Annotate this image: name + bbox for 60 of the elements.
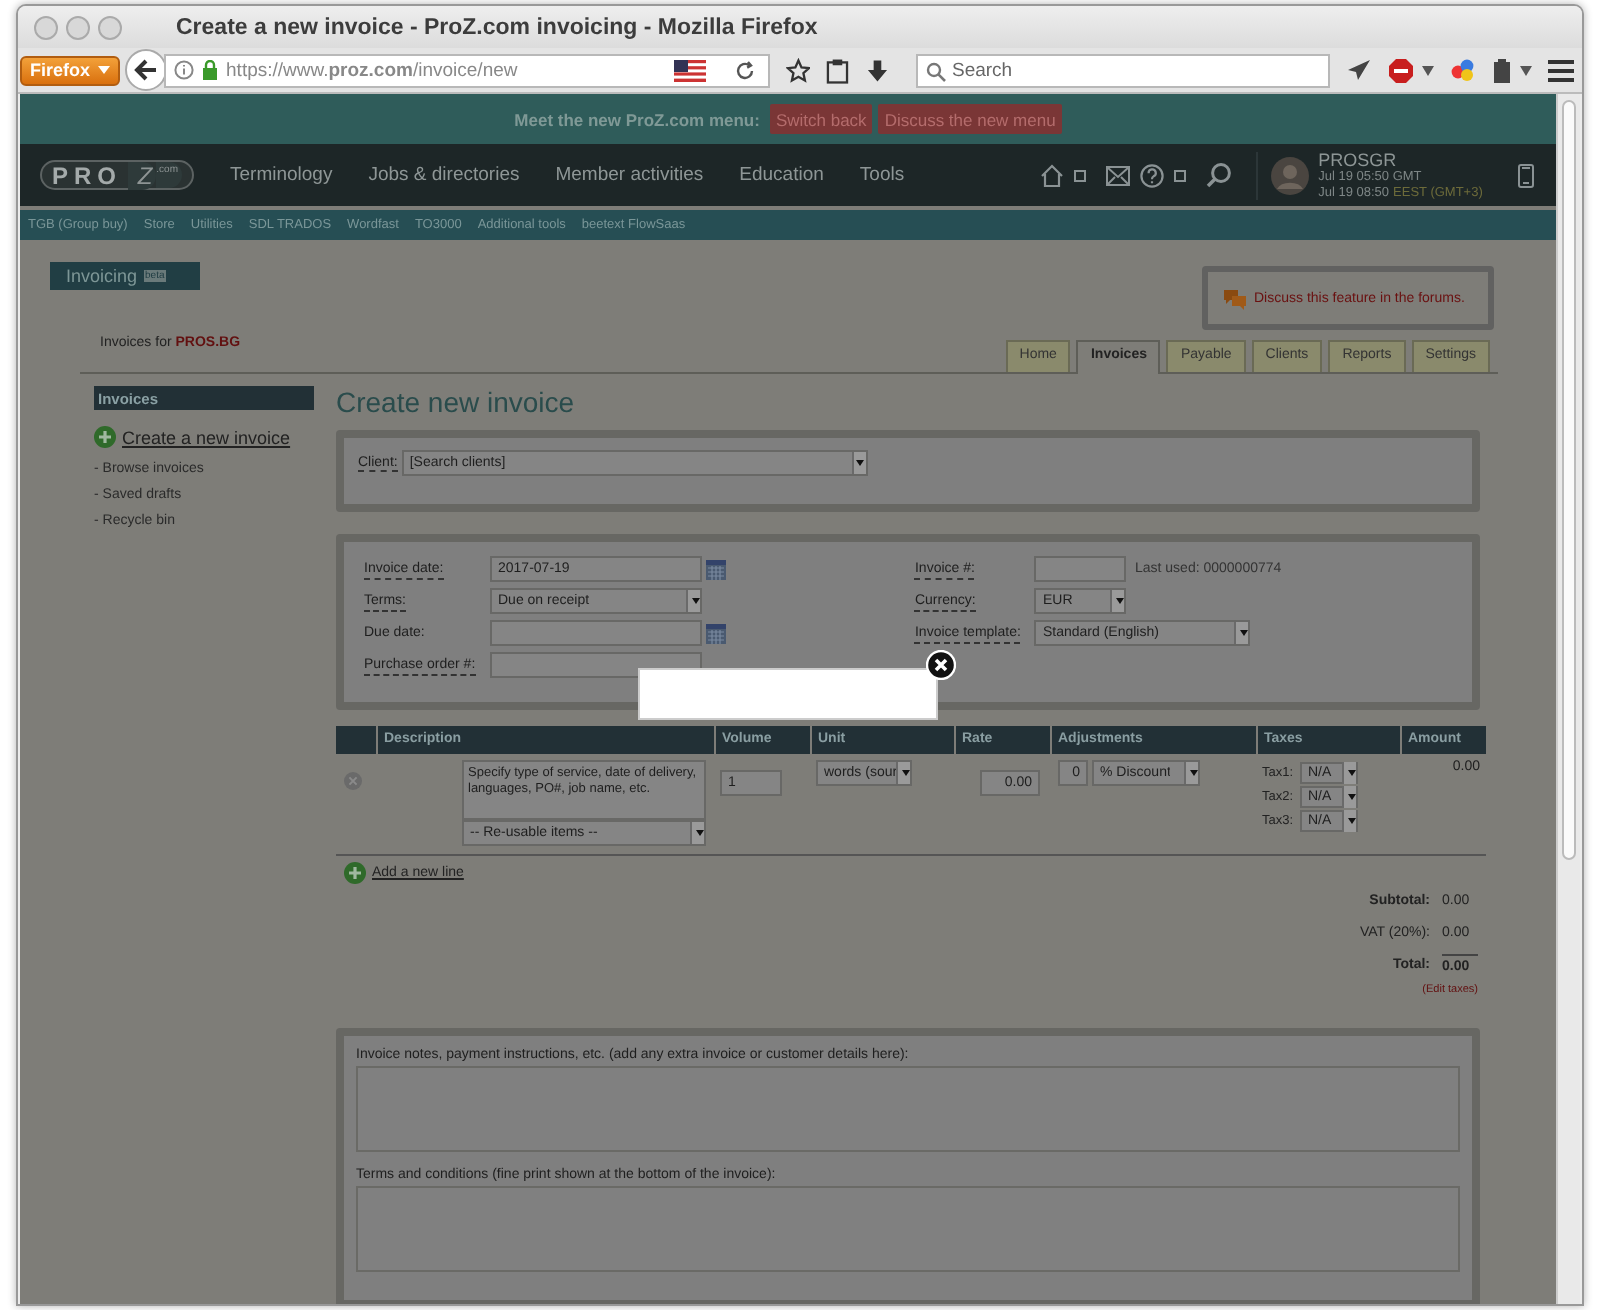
send-icon[interactable] (1345, 58, 1372, 82)
home-icon[interactable] (1040, 163, 1065, 187)
caret-icon (1110, 590, 1125, 612)
nav-menu-item[interactable]: Member activities (555, 164, 704, 186)
nav-menu-item[interactable]: Tools (859, 164, 905, 186)
flag-icon (673, 59, 706, 81)
download-icon[interactable] (865, 57, 888, 83)
plus-circle-icon (94, 426, 116, 448)
reload-icon[interactable] (733, 59, 756, 81)
avatar-icon[interactable] (1270, 155, 1311, 195)
dropdown-caret-icon[interactable] (1519, 65, 1532, 75)
lock-icon (202, 60, 219, 80)
mail-icon[interactable] (1106, 165, 1131, 185)
banner-button[interactable]: Discuss the new menu (878, 104, 1062, 134)
bookmark-star-icon[interactable] (785, 57, 811, 83)
caret-icon (686, 590, 700, 612)
menu-icon[interactable] (1547, 59, 1574, 81)
search-icon (925, 61, 946, 81)
search-icon[interactable] (1206, 162, 1233, 188)
address-bar[interactable]: https://www.proz.com/invoice/new (164, 53, 770, 87)
back-button[interactable] (124, 48, 169, 92)
info-icon (174, 60, 195, 80)
nav-menu-item[interactable]: Education (739, 164, 824, 186)
caret-icon (851, 452, 866, 474)
notes-field[interactable] (356, 1066, 1460, 1152)
notes-field[interactable] (356, 1186, 1460, 1272)
close-icon[interactable] (926, 650, 956, 680)
banner-button[interactable]: Switch back (769, 104, 873, 134)
nav-menu-item[interactable]: Jobs & directories (368, 164, 520, 186)
phone-icon[interactable] (1518, 163, 1535, 187)
caret-icon (896, 762, 910, 784)
caret-icon (1234, 622, 1249, 644)
date-field[interactable] (490, 620, 702, 646)
battery-icon[interactable] (1491, 57, 1512, 83)
caret-icon (98, 66, 111, 74)
invoice-number-field[interactable] (1034, 556, 1127, 582)
firefox-menu-button[interactable]: Firefox (20, 55, 121, 85)
caret-icon (690, 822, 704, 844)
adblock-icon[interactable] (1387, 57, 1414, 83)
create-invoice-link[interactable]: Create a new invoice (122, 427, 291, 447)
window-title: Create a new invoice - ProZ.com invoicing - Mozilla Firefox (176, 15, 818, 39)
search-field[interactable]: Search (915, 53, 1330, 87)
chat-bubbles-icon (1222, 287, 1248, 309)
plus-circle-icon (344, 862, 366, 884)
username[interactable]: PROSGR (1318, 149, 1483, 169)
square-icon (1074, 169, 1087, 181)
dropdown-caret-icon[interactable] (1421, 65, 1434, 75)
banner-text: Meet the new ProZ.com menu: (514, 109, 760, 129)
caret-icon (1184, 762, 1198, 784)
square-icon (1174, 169, 1187, 181)
page-heading: Create new invoice (336, 386, 577, 418)
clipboard-icon[interactable] (826, 57, 850, 83)
nav-menu-item[interactable]: Terminology (230, 164, 333, 186)
url-text: https://www.proz.com/invoice/new (226, 59, 520, 81)
color-dots-icon[interactable] (1449, 58, 1476, 82)
calendar-icon[interactable] (706, 559, 726, 579)
help-icon[interactable] (1140, 163, 1165, 187)
app-title: Invoicing (66, 266, 138, 286)
calendar-icon[interactable] (706, 623, 726, 643)
scrollbar[interactable] (1556, 94, 1580, 1304)
